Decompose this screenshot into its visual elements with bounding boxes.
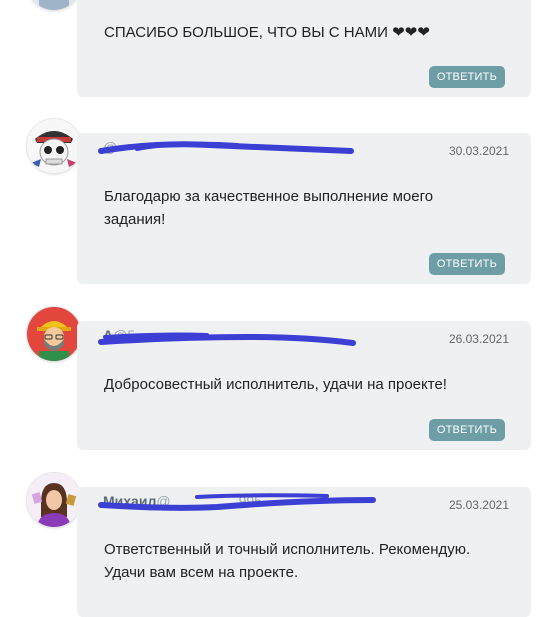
woman-portrait-avatar-icon	[27, 473, 81, 527]
comment-text: Благодарю за качественное выполнение мое…	[104, 188, 434, 228]
comment-text: Ответственный и точный исполнитель. Реко…	[104, 538, 470, 584]
comment-card-2: @ 30.03.2021 Благодарю за качественное в…	[77, 133, 531, 284]
comment-header: A@5 26.03.2021	[77, 321, 531, 357]
reply-button[interactable]: ОТВЕТИТЬ	[428, 253, 505, 275]
comment-header: @ 30.03.2021	[77, 133, 531, 169]
pirate-skull-avatar-icon	[27, 119, 81, 173]
comment-text-line: Ответственный и точный исполнитель. Реко…	[104, 541, 471, 558]
reply-button[interactable]: ОТВЕТИТЬ	[428, 419, 505, 441]
comment-card-4: Михаил@ 995 25.03.2021 Ответственный и то…	[77, 487, 531, 617]
redaction-scribble	[98, 332, 356, 346]
comment-text: Добросовестный исполнитель, удачи на про…	[104, 376, 447, 393]
redaction-scribble	[98, 141, 354, 154]
reply-button[interactable]: ОТВЕТИТЬ	[428, 66, 505, 88]
avatar[interactable]	[27, 307, 81, 361]
comment-header: Михаил@ 995 25.03.2021	[77, 487, 531, 523]
builder-avatar-icon	[27, 307, 81, 361]
avatar[interactable]	[27, 473, 81, 527]
comment-date: 25.03.2021	[448, 498, 509, 512]
comment-text-line: Удачи вам всем на проекте.	[104, 564, 299, 581]
comment-date: 26.03.2021	[448, 332, 509, 346]
redaction-scribble	[98, 493, 376, 511]
comment-date: 30.03.2021	[448, 144, 509, 158]
comment-text: СПАСИБО БОЛЬШОЕ, ЧТО ВЫ С НАМИ ❤❤❤	[104, 24, 430, 41]
avatar[interactable]	[27, 119, 81, 173]
avatar-top[interactable]	[27, 0, 81, 10]
user-avatar-icon	[33, 0, 75, 10]
comment-card-3: A@5 26.03.2021 Добросовестный исполнител…	[77, 321, 531, 450]
comment-card-1: СПАСИБО БОЛЬШОЕ, ЧТО ВЫ С НАМИ ❤❤❤ ОТВЕТ…	[77, 0, 531, 97]
